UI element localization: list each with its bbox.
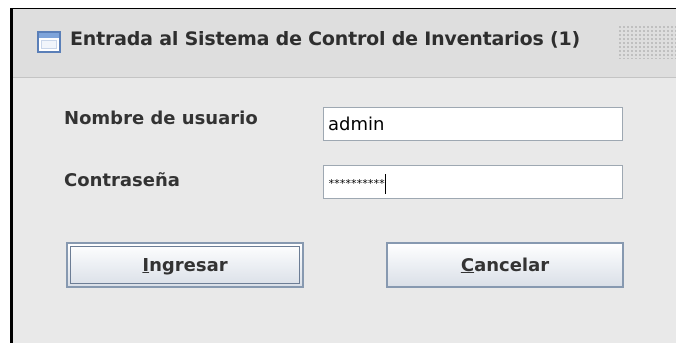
application-window-icon (37, 31, 61, 53)
login-dialog: Entrada al Sistema de Control de Inventa… (10, 8, 676, 343)
ingresar-button[interactable]: Ingresar (66, 242, 304, 288)
cancelar-label: ancelar (474, 254, 550, 276)
password-input[interactable]: ********** (323, 165, 623, 199)
cancelar-button[interactable]: Cancelar (386, 242, 624, 288)
password-mask: ********** (328, 177, 385, 190)
ingresar-label: ngresar (149, 254, 228, 276)
username-input[interactable] (323, 107, 623, 141)
text-caret (385, 174, 387, 194)
title-bar[interactable]: Entrada al Sistema de Control de Inventa… (13, 9, 676, 78)
window-title: Entrada al Sistema de Control de Inventa… (70, 28, 580, 50)
username-label: Nombre de usuario (64, 108, 258, 129)
cancelar-mnemonic: C (460, 254, 475, 276)
password-label: Contraseña (64, 170, 180, 191)
title-bar-grip (618, 25, 676, 59)
